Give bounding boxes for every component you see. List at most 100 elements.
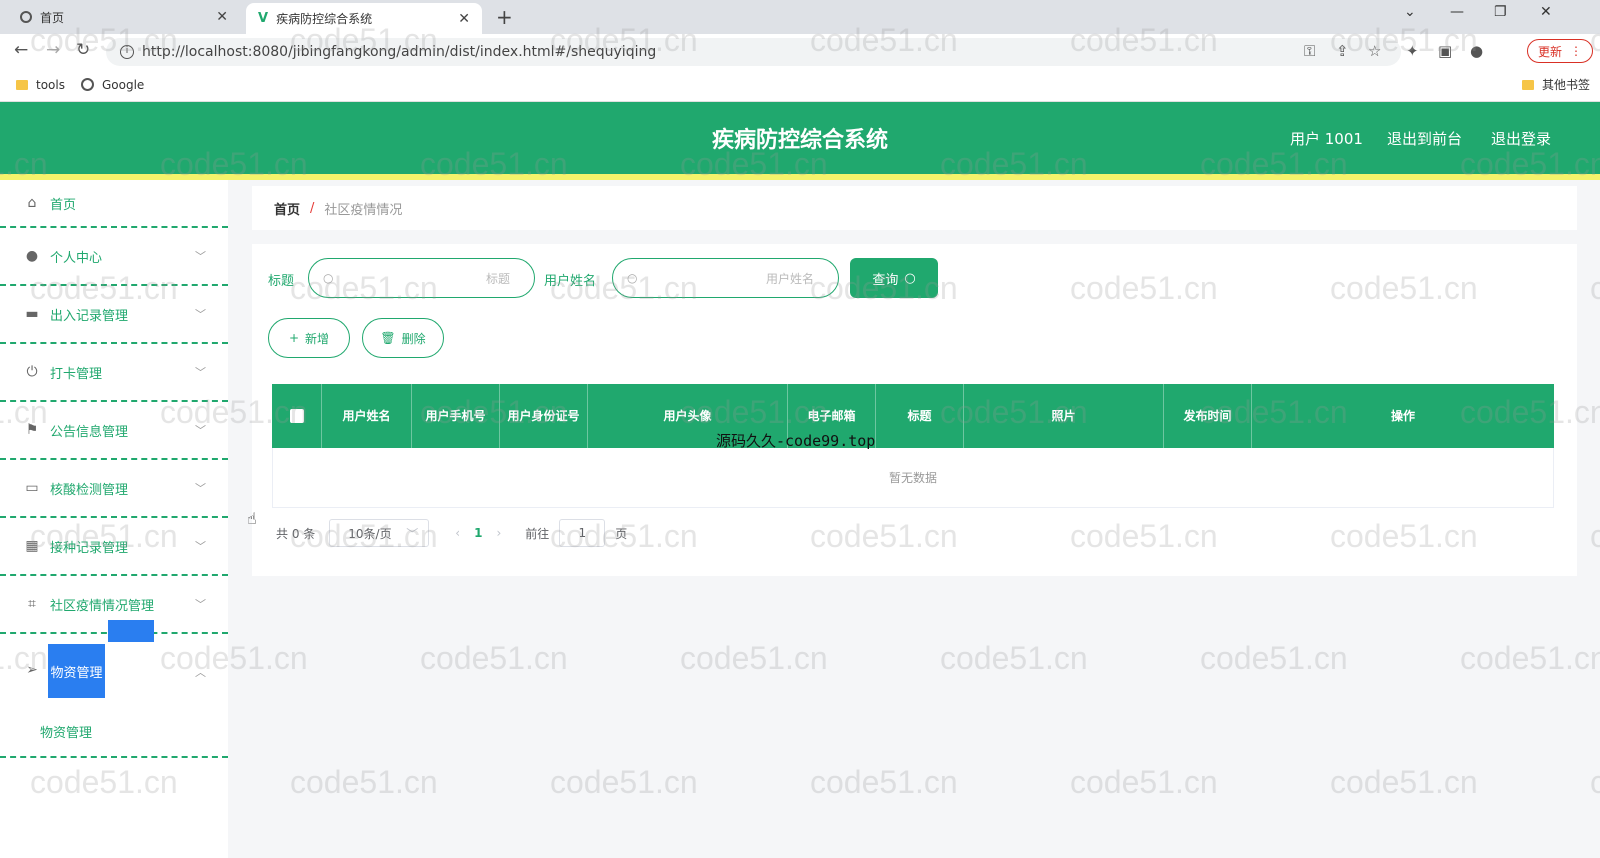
goto-label: 前往: [525, 526, 550, 541]
content-card: 标题 ○ 标题 用户姓名 ○ 用户姓名 查询 ○ + 新增 🗑 删除 用户姓名 …: [252, 244, 1577, 576]
sidebar-item-checkin[interactable]: ⏻ 打卡管理 ﹀: [0, 344, 228, 402]
browser-tab-system[interactable]: V 疾病防控综合系统 ✕: [246, 3, 482, 34]
watermark-text: code51.cn: [420, 640, 568, 676]
share-icon[interactable]: ⇪: [1336, 42, 1349, 60]
bookmark-google[interactable]: Google: [80, 78, 144, 92]
chevron-down-icon: ﹀: [406, 526, 419, 541]
select-all-checkbox[interactable]: [289, 409, 304, 423]
reload-icon[interactable]: ↻: [76, 40, 90, 60]
title-search-input[interactable]: ○ 标题: [308, 258, 535, 298]
url-field[interactable]: i http://localhost:8080/jibingfangkong/a…: [106, 38, 1401, 66]
sidebar-item-access-records[interactable]: ▬ 出入记录管理 ﹀: [0, 286, 228, 344]
watermark-text: code51.cn: [810, 764, 958, 800]
plus-icon: +: [288, 331, 300, 345]
total-count: 共 0 条: [276, 526, 316, 541]
user-label: 用户 1001: [1290, 130, 1363, 148]
address-bar-row: ← → ↻ i http://localhost:8080/jibingfang…: [0, 34, 1600, 68]
column-header: 照片: [964, 384, 1164, 448]
close-icon[interactable]: ✕: [216, 9, 228, 25]
sidebar-item-personal[interactable]: ● 个人中心 ﹀: [0, 228, 228, 286]
minimize-icon[interactable]: —: [1450, 4, 1464, 20]
chevron-down-icon: ﹀: [195, 540, 206, 553]
star-icon[interactable]: ☆: [1368, 42, 1381, 60]
close-icon[interactable]: ✕: [458, 11, 470, 27]
page-number[interactable]: 1: [474, 526, 482, 540]
trash-icon: 🗑: [380, 331, 396, 345]
pagination: 共 0 条 10条/页 ﹀ ‹ 1 › 前往 1 页: [276, 518, 627, 548]
grid-icon: ▦: [25, 538, 39, 554]
forward-icon[interactable]: →: [46, 40, 60, 60]
delete-button[interactable]: 🗑 删除: [362, 318, 444, 358]
user-icon: ●: [25, 248, 39, 264]
watermark-text: code51.cn: [550, 764, 698, 800]
tab-search-icon[interactable]: ⌄: [1404, 4, 1416, 20]
folder-icon: [16, 79, 28, 90]
query-button[interactable]: 查询 ○: [850, 258, 938, 298]
tab-title: 疾病防控综合系统: [276, 12, 373, 26]
next-page-icon[interactable]: ›: [496, 526, 501, 540]
more-icon: ⋮: [1570, 44, 1582, 58]
document-icon: ▬: [25, 306, 39, 322]
crop-icon: ⌗: [28, 596, 36, 612]
browser-tab-home[interactable]: 首页 ✕: [8, 0, 240, 34]
restore-icon[interactable]: ❐: [1494, 4, 1507, 20]
username-search-input[interactable]: ○ 用户姓名: [612, 258, 839, 298]
query-label: 查询: [872, 272, 899, 288]
search-icon: ○: [323, 271, 334, 285]
update-label: 更新: [1537, 44, 1562, 59]
sidebar-item-supplies[interactable]: ➢ ︿: [0, 634, 228, 758]
home-icon: ⌂: [27, 195, 37, 211]
info-icon[interactable]: i: [120, 45, 134, 59]
chevron-down-icon: ﹀: [195, 366, 206, 379]
logout-link[interactable]: 退出登录: [1491, 128, 1551, 149]
chevron-down-icon: ﹀: [195, 424, 206, 437]
sidebar-item-label: 出入记录管理: [50, 308, 129, 324]
update-button[interactable]: 更新 ⋮: [1527, 39, 1593, 63]
page-size-select[interactable]: 10条/页 ﹀: [329, 519, 430, 547]
flag-icon: ⚑: [25, 422, 39, 438]
vue-logo-icon: V: [258, 11, 269, 26]
prev-page-icon[interactable]: ‹: [455, 526, 460, 540]
profile-icon[interactable]: ●: [1470, 42, 1483, 60]
add-label: 新增: [305, 331, 330, 346]
app-header: 疾病防控综合系统 用户 1001 退出到前台 退出登录: [0, 102, 1600, 180]
power-icon: ⏻: [26, 364, 38, 380]
bookmarks-bar: tools Google 其他书签: [0, 68, 1600, 102]
hand-cursor-icon: ☝: [247, 509, 257, 528]
extensions-icon[interactable]: ✦: [1406, 42, 1419, 60]
bookmark-tools[interactable]: tools: [16, 78, 65, 92]
goto-page-input[interactable]: 1: [559, 519, 606, 547]
header-stripe: [0, 174, 1600, 180]
sidebar-item-label: 核酸检测管理: [50, 482, 129, 498]
sidebar: ⌂ 首页 ● 个人中心 ﹀ ▬ 出入记录管理 ﹀ ⏻ 打卡管理 ﹀ ⚑ 公告信息…: [0, 180, 228, 858]
other-bookmarks[interactable]: 其他书签: [1522, 76, 1590, 93]
breadcrumb-separator: /: [310, 200, 315, 216]
search-icon: ○: [627, 271, 638, 285]
key-icon[interactable]: ⚿: [1304, 42, 1315, 60]
sidebar-item-home[interactable]: ⌂ 首页: [0, 180, 228, 228]
sidepanel-icon[interactable]: ▣: [1438, 42, 1452, 60]
window-close-icon[interactable]: ✕: [1540, 4, 1552, 20]
new-tab-button[interactable]: +: [496, 5, 513, 29]
sidebar-subitem-supplies[interactable]: 物资管理: [40, 722, 92, 741]
sidebar-item-label: 公告信息管理: [50, 424, 129, 440]
column-header: 操作: [1390, 409, 1415, 423]
sidebar-item-nucleic-test[interactable]: ▭ 核酸检测管理 ﹀: [0, 460, 228, 518]
globe-icon: [80, 78, 94, 91]
sidebar-item-vaccination[interactable]: ▦ 接种记录管理 ﹀: [0, 518, 228, 576]
breadcrumb-home[interactable]: 首页: [274, 199, 300, 218]
add-button[interactable]: + 新增: [268, 318, 350, 358]
watermark-text: code51.cn: [1070, 764, 1218, 800]
breadcrumb: 首页 / 社区疫情情况: [252, 186, 1577, 230]
page-size-value: 10条/页: [348, 526, 392, 541]
chevron-down-icon: ﹀: [195, 598, 206, 611]
sidebar-item-label: 打卡管理: [50, 366, 103, 382]
page-suffix: 页: [615, 526, 628, 541]
sidebar-item-announcements[interactable]: ⚑ 公告信息管理 ﹀: [0, 402, 228, 460]
supplies-label-highlighted[interactable]: 物资管理: [48, 644, 105, 698]
sidebar-item-label: 首页: [50, 197, 77, 213]
back-icon[interactable]: ←: [14, 40, 28, 60]
watermark-text: code51.cn: [1590, 764, 1600, 800]
to-front-link[interactable]: 退出到前台: [1387, 128, 1462, 149]
username-search-placeholder: 用户姓名: [765, 271, 814, 286]
